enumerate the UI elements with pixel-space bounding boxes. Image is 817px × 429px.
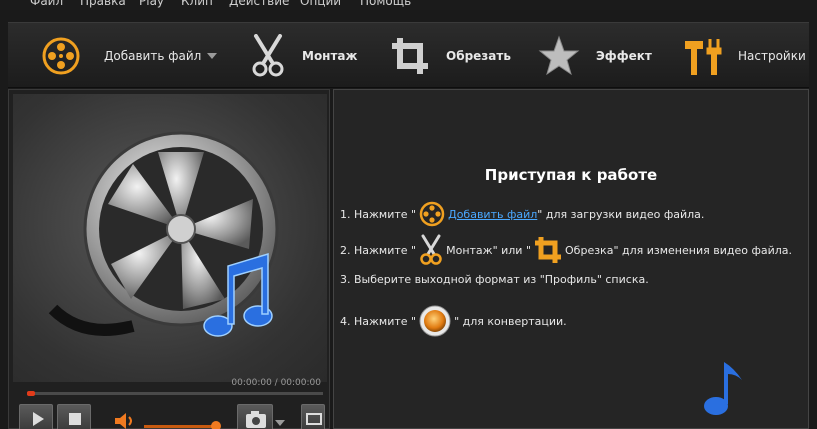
edit-button[interactable]: Монтаж xyxy=(248,23,357,89)
crop-button[interactable]: Обрезать xyxy=(390,23,511,89)
seek-bar[interactable] xyxy=(27,391,323,396)
step-4-text-end: " для конвертации. xyxy=(454,314,567,328)
step-4: 4. Нажмите " " для конвертации. xyxy=(340,304,567,338)
time-display: 00:00:00 / 00:00:00 xyxy=(231,378,321,388)
seek-handle[interactable] xyxy=(27,391,35,396)
fullscreen-icon xyxy=(306,413,322,425)
toolbar: Добавить файл Монтаж Обрезать Эффект Нас… xyxy=(8,22,809,88)
film-reel-icon xyxy=(419,201,445,227)
menu-options[interactable]: Опции xyxy=(300,0,341,8)
speaker-icon[interactable] xyxy=(113,412,135,429)
getting-started-panel: Приступая к работе 1. Нажмите " Добавить… xyxy=(333,89,809,429)
menu-edit[interactable]: Правка xyxy=(80,0,126,8)
music-note-icon xyxy=(704,362,742,415)
scissors-icon xyxy=(420,234,442,265)
edit-label: Монтаж xyxy=(302,49,358,63)
crop-label: Обрезать xyxy=(446,49,511,63)
chevron-down-icon[interactable] xyxy=(207,53,218,59)
fullscreen-button[interactable] xyxy=(301,404,325,429)
step-3: 3. Выберите выходной формат из "Профиль"… xyxy=(340,273,649,286)
settings-label: Настройки xyxy=(738,49,806,63)
video-preview xyxy=(13,94,327,382)
stop-icon xyxy=(69,413,81,425)
camera-icon xyxy=(246,411,266,428)
scissors-icon xyxy=(252,34,284,77)
step-2: 2. Нажмите " Монтаж" или " Обрезка" для … xyxy=(340,234,792,266)
menu-help[interactable]: Помощь xyxy=(360,0,411,8)
film-reel-music-icon xyxy=(48,131,279,337)
settings-button[interactable]: Настройки xyxy=(682,23,806,89)
chevron-down-icon[interactable] xyxy=(275,420,285,426)
step-2-text-end: Обрезка" для изменения видео файла. xyxy=(565,243,793,257)
play-icon xyxy=(33,412,44,426)
film-reel-icon xyxy=(42,37,80,75)
menu-play[interactable]: Play xyxy=(139,0,164,8)
player-panel: 00:00:00 / 00:00:00 xyxy=(8,89,330,429)
menu-action[interactable]: Действие xyxy=(229,0,289,8)
add-file-link[interactable]: Добавить файл xyxy=(448,208,537,221)
step-1: 1. Нажмите " Добавить файл " для загрузк… xyxy=(340,200,704,228)
crop-icon xyxy=(392,38,428,74)
snapshot-button[interactable] xyxy=(237,404,273,429)
menu-clip[interactable]: Клип xyxy=(181,0,213,8)
step-2-text-mid: Монтаж" или " xyxy=(446,243,532,257)
step-1-text: 1. Нажмите " xyxy=(340,207,417,221)
star-icon xyxy=(538,35,580,76)
menu-bar: Файл Правка Play Клип Действие Опции Пом… xyxy=(0,0,817,10)
effect-label: Эффект xyxy=(596,49,652,63)
menu-file[interactable]: Файл xyxy=(30,0,63,8)
add-file-label: Добавить файл xyxy=(104,49,202,63)
step-2-text: 2. Нажмите " xyxy=(340,243,417,257)
effect-button[interactable]: Эффект xyxy=(538,23,652,89)
stop-button[interactable] xyxy=(57,404,91,429)
getting-started-title: Приступая к работе xyxy=(484,166,658,184)
tools-icon xyxy=(685,39,722,75)
step-4-text: 4. Нажмите " xyxy=(340,314,417,328)
step-1-text-end: " для загрузки видео файла. xyxy=(537,207,705,221)
volume-slider[interactable] xyxy=(144,425,220,428)
play-button[interactable] xyxy=(19,404,53,429)
volume-handle[interactable] xyxy=(211,421,222,429)
convert-icon xyxy=(419,305,451,337)
crop-icon xyxy=(535,237,562,263)
add-file-button[interactable]: Добавить файл xyxy=(40,23,218,89)
